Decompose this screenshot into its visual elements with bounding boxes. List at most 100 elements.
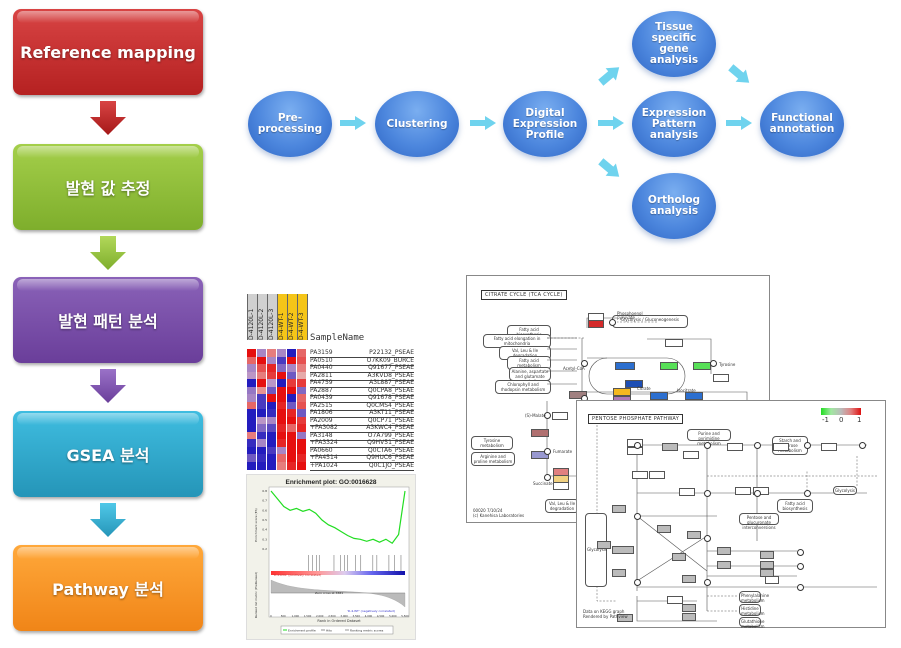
enzyme-box [760,561,774,569]
node-ortholog-analysis: Ortholog analysis [632,173,716,239]
heatmap-cell [287,461,296,470]
enzyme-box [632,471,648,479]
enrichment-plot-svg: Enrichment plot: GO:0016628 0.8 0.7 0.6 0.5… [254,479,410,635]
gene-id: +PA1024 [310,461,338,469]
enzyme-box [667,596,683,604]
compound-node [710,360,717,367]
es-tick-label: 0.8 [262,489,267,493]
x-tick-label: 3,500 [353,614,361,618]
enzyme-box [682,613,696,621]
compound-node [609,319,616,326]
x-tick-label: 5,000 [389,614,397,618]
heatmap-cell [257,461,266,470]
es-tick-label: 0.3 [262,537,267,541]
es-tick-label: 0.2 [262,547,267,551]
step-pathway-analysis: Pathway 분석 [13,545,203,631]
enzyme-box [612,569,626,577]
arrow-down-icon [90,236,126,270]
enzyme-box [682,604,696,612]
enzyme-box [821,443,837,451]
enzyme-box [727,443,743,451]
es-tick-label: 0.6 [262,508,267,512]
annotation-negative: 'D-4-WT' (negatively correlated) [347,609,395,613]
compound-node [754,490,761,497]
heatmap-cell [277,461,286,470]
compound-node [754,442,761,449]
enzyme-box-downregulated [685,392,703,400]
compound-node [797,563,804,570]
legend-item: Enrichment profile [288,629,316,633]
heatmap-cell [297,461,306,470]
x-tick-label: 4,000 [365,614,373,618]
enzyme-box [687,531,701,539]
enzyme-box [613,388,631,396]
arrow-right-icon [340,116,366,130]
compound-node [797,549,804,556]
step-expression-pattern-analysis: 발현 패턴 분석 [13,277,203,363]
pathway-box: Pentose and glucuronate interconversions [739,513,779,530]
node-preprocessing: Pre- processing [248,91,332,157]
heatmap-column-header: D-4-WT-3 [297,294,308,340]
compound-node [634,579,641,586]
enzyme-box [773,443,789,451]
legend-item: Ranking metric scores [350,629,384,633]
node-tissue-specific-analysis: Tissue specific gene analysis [632,11,716,77]
enrichment-plot-title: Enrichment plot: GO:0016628 [285,479,376,486]
enzyme-box [597,541,611,549]
enzyme-box [717,547,731,555]
enzyme-box [679,488,695,496]
pathway-box: Glycolysis [833,486,857,495]
x-tick-label: 5,500 [401,614,409,618]
compound-node [797,584,804,591]
enzyme-box-downregulated [650,392,668,400]
enzyme-box [665,339,683,347]
node-digital-expression-profile: Digital Expression Profile [503,91,587,157]
arrow-right-icon [598,116,624,130]
enzyme-box [657,525,671,533]
compound-label: Tyrosine [719,362,736,367]
pathway-box: Glycolysis [585,513,607,587]
enzyme-box [649,471,665,479]
heatmap-cell [247,461,256,470]
compound-node [704,535,711,542]
x-tick-label: 3,000 [340,614,348,618]
compound-node [634,513,641,520]
es-tick-label: 0.5 [262,518,267,522]
pathway-box: Histidine metabolism [739,604,765,616]
arrow-down-right-icon [598,158,620,177]
arrow-right-icon [470,116,496,130]
legend-item: Hits [326,629,332,633]
compound-label: (S)-Malate [525,413,546,418]
node-functional-annotation: Functional annotation [760,91,844,157]
enzyme-box [717,561,731,569]
arrow-down-icon [90,369,126,403]
x-tick-label: 1,500 [304,614,312,618]
enzyme-box [531,429,549,437]
annotation-positive: 'D-4120L' (positively correlated) [273,573,321,577]
compound-node [804,490,811,497]
x-axis-label: Rank in Ordered Dataset [317,619,361,623]
compound-label: Fumarate [553,449,573,454]
enzyme-box [553,482,569,490]
x-tick-label: 2,000 [316,614,324,618]
compound-label: Succinate [533,481,553,486]
pathway-box: Purine and pyrimidine metabolism [687,429,731,446]
es-tick-label: 0.7 [262,499,267,503]
arrow-down-icon [90,503,126,537]
x-tick-label: 2,500 [328,614,336,618]
x-tick-label: 4,500 [377,614,385,618]
annotation-zero-cross: Zero cross at 3881 [315,591,343,595]
enzyme-box-downregulated [615,362,635,370]
enzyme-box [765,576,779,584]
enzyme-box [682,575,696,583]
kegg-footer: 00020 7/10/24 (c) Kanehisa Laboratories [473,508,525,518]
es-tick-label: 0.4 [262,528,267,532]
enzyme-box-mixed [660,362,678,370]
heatmap-header-samplename: SampleName [310,333,365,343]
arrow-down-right-icon [728,64,750,83]
arrow-up-right-icon [598,67,620,86]
compound-node [634,442,641,449]
enzyme-box [612,546,634,554]
compound-node [804,442,811,449]
pathway-box: Glutathione metabolism [739,617,765,629]
